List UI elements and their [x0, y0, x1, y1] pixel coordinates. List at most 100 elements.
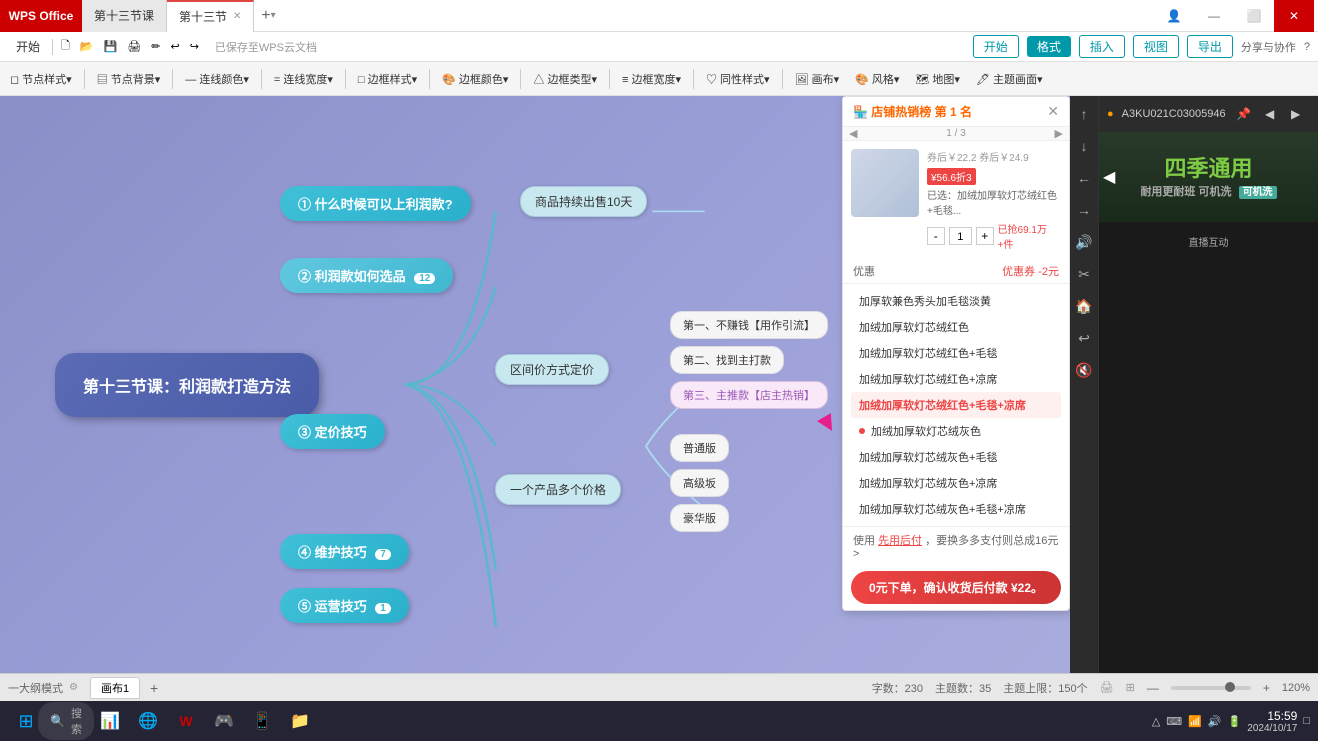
leaf-3-1[interactable]: 区间价方式定价 — [495, 354, 609, 385]
rsb-mute[interactable]: 🔇 — [1072, 358, 1096, 382]
taskbar-game[interactable]: 🎮 — [206, 703, 242, 739]
variant-8[interactable]: 加绒加厚软灯芯绒灰色+毛毯+凉席 — [851, 496, 1061, 522]
zoom-in-btn[interactable]: + — [1263, 681, 1270, 695]
border-color-btn[interactable]: 🎨 边框颜色▾ — [436, 69, 514, 89]
node-style-btn[interactable]: ◻ 节点样式▾ — [4, 69, 78, 89]
kaishi-btn[interactable]: 开始 — [973, 35, 1019, 58]
variant-3[interactable]: 加绒加厚软灯芯绒红色+凉席 — [851, 366, 1061, 392]
pin-btn[interactable]: 📌 — [1234, 104, 1254, 124]
rsb-home[interactable]: 🏠 — [1072, 294, 1096, 318]
minimize-btn[interactable]: — — [1194, 0, 1234, 32]
leaf-3-2[interactable]: 一个产品多个价格 — [495, 474, 621, 505]
border-type-btn[interactable]: △ 边框类型▾ — [527, 69, 603, 89]
share-btn[interactable]: 分享与协作 — [1241, 39, 1296, 55]
rsb-left[interactable]: ← — [1072, 166, 1096, 190]
center-node[interactable]: 第十三节课：利润款打造方法 — [55, 353, 319, 417]
zoom-slider[interactable] — [1171, 686, 1251, 690]
line-color-btn[interactable]: — 连线颜色▾ — [179, 69, 255, 89]
variant-1[interactable]: 加绒加厚软灯芯绒红色 — [851, 314, 1061, 340]
redo-btn[interactable]: ↪ — [186, 38, 203, 55]
new-tab-btn[interactable]: + ▾ — [254, 2, 282, 30]
same-style-btn[interactable]: ♡ 同性样式▾ — [700, 69, 776, 89]
open-btn[interactable]: 📂 — [76, 38, 98, 55]
taskbar-clock[interactable]: 15:59 2024/10/17 — [1247, 709, 1297, 734]
rsb-scissors[interactable]: ✂ — [1072, 262, 1096, 286]
map-btn[interactable]: 🗺 地图▾ — [909, 69, 966, 89]
increase-btn[interactable]: + — [976, 227, 994, 245]
zoom-out-btn[interactable]: — — [1147, 681, 1159, 695]
mode-settings[interactable]: ⚙ — [69, 682, 78, 693]
leaf-3-1-3[interactable]: 第三、主推款【店主热销】 — [670, 381, 828, 409]
taskbar-search[interactable]: 🔍 搜索 — [48, 703, 84, 739]
tab-2-close[interactable]: ✕ — [233, 11, 241, 22]
restore-btn[interactable]: ⬜ — [1234, 0, 1274, 32]
variant-7[interactable]: 加绒加厚软灯芯绒灰色+凉席 — [851, 470, 1061, 496]
variant-2[interactable]: 加绒加厚软灯芯绒红色+毛毯 — [851, 340, 1061, 366]
coupon-link[interactable]: 先用后付 — [878, 535, 922, 547]
battery-icon[interactable]: 🔋 — [1228, 715, 1242, 728]
new-btn[interactable]: 🗋 — [57, 35, 74, 58]
shop-close-btn[interactable]: ✕ — [1047, 103, 1059, 120]
rsb-volume[interactable]: 🔊 — [1072, 230, 1096, 254]
rsb-right[interactable]: → — [1072, 198, 1096, 222]
taskbar-chevron[interactable]: △ — [1152, 715, 1160, 728]
branch-3[interactable]: ③ 定价技巧 — [280, 414, 385, 449]
page-tab-1[interactable]: 画布1 — [90, 677, 140, 699]
variant-6[interactable]: 加绒加厚软灯芯绒灰色+毛毯 — [851, 444, 1061, 470]
rsb-undo[interactable]: ↩ — [1072, 326, 1096, 350]
border-style-btn[interactable]: □ 边框样式▾ — [352, 69, 423, 89]
undo-btn[interactable]: ↩ — [166, 38, 183, 55]
mindmap-canvas[interactable]: 第十三节课：利润款打造方法 ① 什么时候可以上利润款? 商品持续出售10天 ② … — [0, 96, 1070, 673]
network-icon[interactable]: 📶 — [1188, 715, 1202, 728]
next-btn[interactable]: ▶ — [1286, 104, 1306, 124]
buy-button[interactable]: 0元下单，确认收货后付款 ¥22。 — [851, 571, 1061, 604]
theme-btn[interactable]: 🖊 主题画面▾ — [970, 69, 1049, 89]
rsb-up[interactable]: ↑ — [1072, 102, 1096, 126]
leaf-3-1-2[interactable]: 第二、找到主打款 — [670, 346, 784, 374]
geshi-btn[interactable]: 格式 — [1027, 36, 1071, 57]
charu-btn[interactable]: 插入 — [1079, 35, 1125, 58]
help-btn[interactable]: ? — [1304, 41, 1310, 53]
video-back-btn[interactable]: ◀ — [1103, 167, 1115, 187]
taskbar-mobile[interactable]: 📱 — [244, 703, 280, 739]
prev-btn[interactable]: ◀ — [1260, 104, 1280, 124]
variant-5[interactable]: 加绒加厚软灯芯绒灰色 — [851, 418, 1061, 444]
outline-mode[interactable]: 一大纲模式 — [8, 680, 63, 696]
node-bg-btn[interactable]: ▤ 节点背景▾ — [91, 69, 167, 89]
menu-file[interactable]: 开始 — [8, 36, 48, 57]
save-btn[interactable]: 💾 — [100, 38, 122, 55]
tab-2[interactable]: 第十三节 ✕ — [167, 0, 254, 32]
taskbar-wps[interactable]: W — [168, 703, 204, 739]
variant-4[interactable]: 加绒加厚软灯芯绒红色+毛毯+凉席 — [851, 392, 1061, 418]
close-btn[interactable]: ✕ — [1274, 0, 1314, 32]
tab-1[interactable]: 第十三节课 — [82, 0, 167, 32]
branch-2[interactable]: ② 利润款如何选品 12 — [280, 258, 453, 293]
leaf-3-2-2[interactable]: 高级坂 — [670, 469, 729, 497]
edit-btn[interactable]: ✏ — [147, 38, 164, 55]
leaf-1-1[interactable]: 商品持续出售10天 — [520, 186, 647, 217]
keyboard-icon[interactable]: ⌨ — [1166, 715, 1182, 728]
notification-btn[interactable]: □ — [1303, 715, 1310, 727]
panel-close-btn[interactable]: ✕ — [1312, 104, 1318, 124]
taskbar-folder[interactable]: 📁 — [282, 703, 318, 739]
leaf-3-1-1[interactable]: 第一、不赚钱【用作引流】 — [670, 311, 828, 339]
variant-0[interactable]: 加厚软兼色秀头加毛毯淡黄 — [851, 288, 1061, 314]
user-avatar[interactable]: 👤 — [1154, 0, 1194, 32]
leaf-3-2-1[interactable]: 普通版 — [670, 434, 729, 462]
volume-icon[interactable]: 🔊 — [1208, 715, 1222, 728]
taskbar-chart[interactable]: 📊 — [92, 703, 128, 739]
print-btn[interactable]: 🖨 — [123, 38, 145, 55]
branch-5[interactable]: ⑤ 运营技巧 1 — [280, 588, 409, 623]
border-width-btn[interactable]: ≡ 边框宽度▾ — [616, 69, 687, 89]
style-btn[interactable]: 🎨 风格▾ — [849, 69, 905, 89]
daochu-btn[interactable]: 导出 — [1187, 35, 1233, 58]
add-page-btn[interactable]: + — [144, 678, 164, 698]
taskbar-browser[interactable]: 🌐 — [130, 703, 166, 739]
shitu-btn[interactable]: 视图 — [1133, 35, 1179, 58]
branch-4[interactable]: ④ 维护技巧 7 — [280, 534, 409, 569]
rsb-down[interactable]: ↓ — [1072, 134, 1096, 158]
leaf-3-2-3[interactable]: 豪华版 — [670, 504, 729, 532]
canvas-btn[interactable]: 🖼 画布▾ — [789, 69, 846, 89]
line-width-btn[interactable]: = 连线宽度▾ — [268, 69, 339, 89]
branch-1[interactable]: ① 什么时候可以上利润款? — [280, 186, 471, 221]
